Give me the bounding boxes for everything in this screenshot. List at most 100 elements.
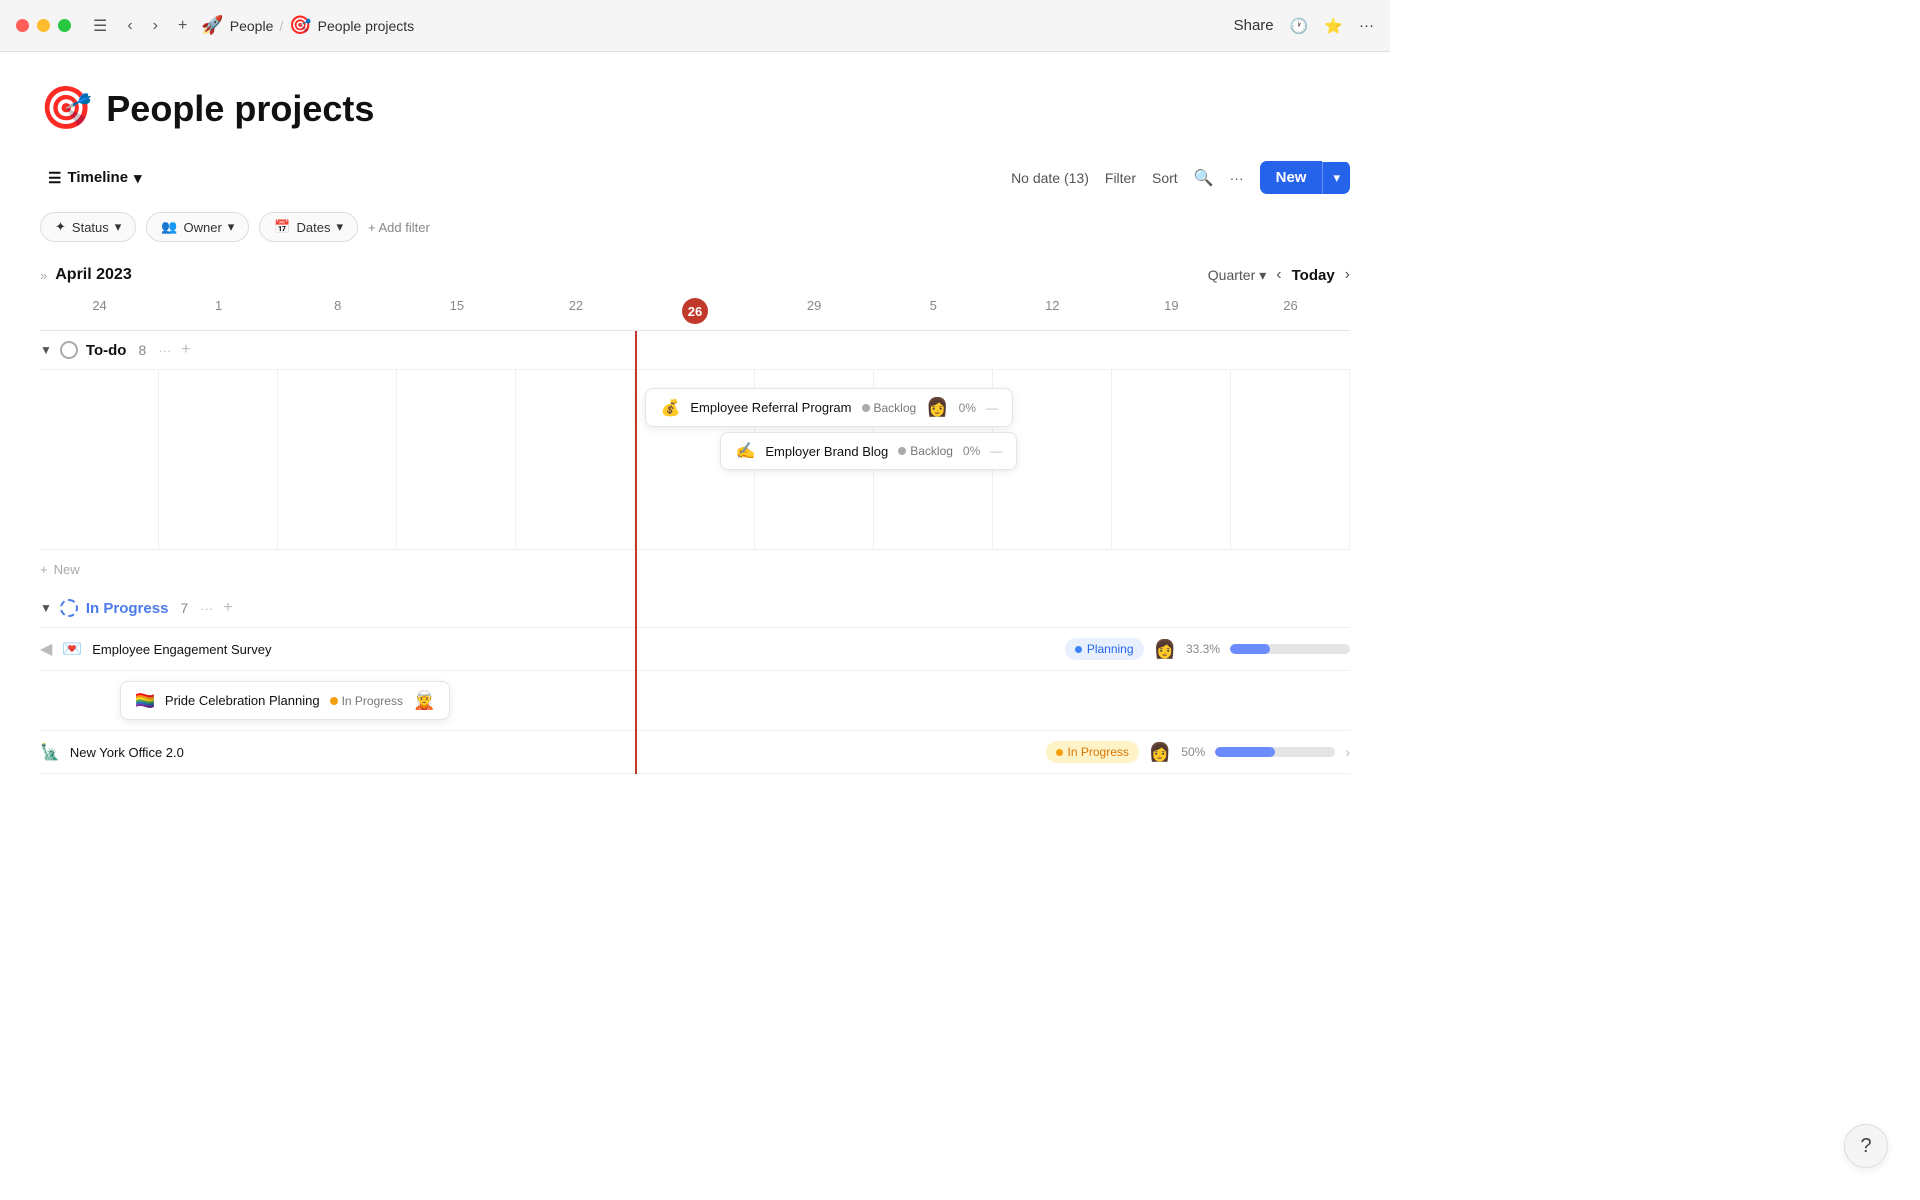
- pride-status: In Progress: [330, 694, 403, 708]
- fullscreen-icon[interactable]: [58, 19, 71, 32]
- page-title: People projects: [106, 88, 374, 130]
- survey-icon: 💌: [62, 639, 82, 659]
- forward-button[interactable]: ›: [147, 13, 164, 39]
- survey-avatar: 👩: [1154, 639, 1176, 660]
- status-filter[interactable]: ✦ Status ▾: [40, 212, 136, 242]
- todo-count: 8: [138, 342, 146, 358]
- new-todo-row-button[interactable]: + New: [40, 550, 80, 589]
- today-line: [635, 331, 637, 774]
- timeline-nav: Quarter ▾ ‹ Today ›: [1208, 266, 1350, 284]
- breadcrumb: 🚀 People / 🎯 People projects: [201, 15, 414, 36]
- no-date-button[interactable]: No date (13): [1011, 170, 1089, 186]
- minimize-icon[interactable]: [37, 19, 50, 32]
- quarter-selector[interactable]: Quarter ▾: [1208, 267, 1267, 284]
- referral-icon: 💰: [660, 398, 680, 418]
- breadcrumb-page[interactable]: People projects: [318, 18, 415, 34]
- task-card-pride[interactable]: 🏳️‍🌈 Pride Celebration Planning In Progr…: [120, 681, 450, 720]
- timeline-month: April 2023: [55, 266, 131, 284]
- add-tab-button[interactable]: +: [172, 13, 193, 39]
- sidebar-toggle-button[interactable]: ☰: [87, 12, 113, 40]
- new-button-group: New ▾: [1260, 161, 1350, 194]
- toolbar-right: No date (13) Filter Sort 🔍 ··· New ▾: [1011, 161, 1350, 194]
- blog-icon: ✍️: [735, 441, 755, 461]
- inprogress-more-button[interactable]: ···: [200, 601, 213, 616]
- inprogress-add-button[interactable]: +: [223, 599, 232, 617]
- date-29: 29: [755, 292, 874, 330]
- blog-drag[interactable]: —: [990, 444, 1002, 458]
- quarter-chevron: ▾: [1259, 267, 1266, 284]
- more-options-button[interactable]: ···: [1359, 17, 1374, 34]
- sort-button[interactable]: Sort: [1152, 170, 1178, 186]
- view-label: Timeline: [67, 169, 128, 186]
- titlebar-nav: ☰ ‹ › +: [87, 12, 193, 40]
- history-button[interactable]: 🕐: [1290, 17, 1309, 35]
- pride-avatar: 🧝: [413, 690, 435, 711]
- date-24: 24: [40, 292, 159, 330]
- dates-icon: 📅: [274, 219, 290, 235]
- page-title-row: 🎯 People projects: [40, 84, 1350, 133]
- nyoffice-bar: [1215, 747, 1335, 757]
- blog-status-dot: [898, 447, 906, 455]
- dates-filter[interactable]: 📅 Dates ▾: [259, 212, 358, 242]
- today-button[interactable]: Today: [1292, 267, 1335, 284]
- nyoffice-status-dot: [1056, 749, 1063, 756]
- blog-name: Employer Brand Blog: [765, 444, 888, 459]
- filter-bar: ✦ Status ▾ 👥 Owner ▾ 📅 Dates ▾ + Add fil…: [40, 212, 1350, 242]
- breadcrumb-separator: /: [279, 18, 283, 34]
- todo-add-button[interactable]: +: [181, 341, 190, 359]
- more-toolbar-button[interactable]: ···: [1230, 170, 1244, 186]
- status-chevron: ▾: [115, 219, 122, 235]
- referral-drag[interactable]: —: [986, 401, 998, 415]
- star-button[interactable]: ⭐: [1324, 17, 1343, 35]
- add-filter-button[interactable]: + Add filter: [368, 220, 430, 235]
- titlebar-actions: Share 🕐 ⭐ ···: [1234, 17, 1374, 35]
- new-button[interactable]: New: [1260, 161, 1323, 194]
- back-button[interactable]: ‹: [121, 13, 138, 39]
- toolbar-left: ☰ Timeline ▾: [40, 163, 150, 193]
- nyoffice-status: In Progress: [1046, 741, 1139, 763]
- referral-status: Backlog: [862, 401, 917, 415]
- date-5: 5: [874, 292, 993, 330]
- survey-status-dot: [1075, 646, 1082, 653]
- todo-more-button[interactable]: ···: [158, 343, 171, 358]
- task-card-blog[interactable]: ✍️ Employer Brand Blog Backlog 0% —: [720, 432, 1017, 470]
- inprogress-collapse-arrow[interactable]: ▼: [40, 601, 52, 615]
- todo-collapse-arrow[interactable]: ▼: [40, 343, 52, 357]
- back-icon[interactable]: ◀: [40, 639, 52, 659]
- inprogress-icon: [60, 599, 78, 617]
- timeline-next[interactable]: ›: [1345, 266, 1350, 284]
- blog-status: Backlog: [898, 444, 953, 458]
- nyoffice-icon: 🗽: [40, 742, 60, 762]
- status-icon: ✦: [55, 219, 66, 235]
- dates-label: Dates: [297, 220, 331, 235]
- owner-filter[interactable]: 👥 Owner ▾: [146, 212, 249, 242]
- date-12: 12: [993, 292, 1112, 330]
- referral-pct: 0%: [959, 401, 976, 415]
- breadcrumb-people[interactable]: People: [230, 18, 274, 34]
- referral-name: Employee Referral Program: [690, 400, 851, 415]
- todo-label: To-do: [86, 342, 127, 359]
- pride-status-dot: [330, 697, 338, 705]
- task-card-referral[interactable]: 💰 Employee Referral Program Backlog 👩 0%…: [645, 388, 1013, 427]
- search-button[interactable]: 🔍: [1194, 168, 1214, 188]
- dates-chevron: ▾: [336, 219, 343, 235]
- date-22: 22: [516, 292, 635, 330]
- expand-arrows[interactable]: »: [40, 268, 47, 283]
- date-8: 8: [278, 292, 397, 330]
- date-19: 19: [1112, 292, 1231, 330]
- nyoffice-name: New York Office 2.0: [70, 745, 1036, 760]
- quarter-label: Quarter: [1208, 267, 1255, 283]
- people-icon: 🚀: [201, 15, 223, 36]
- main-content: 🎯 People projects ☰ Timeline ▾ No date (…: [0, 52, 1390, 774]
- nyoffice-expand[interactable]: ›: [1345, 744, 1350, 760]
- new-dropdown-button[interactable]: ▾: [1322, 162, 1350, 194]
- close-icon[interactable]: [16, 19, 29, 32]
- date-26b: 26: [1231, 292, 1350, 330]
- help-button[interactable]: ?: [1844, 1124, 1888, 1168]
- survey-status: Planning: [1065, 638, 1144, 660]
- timeline-view-button[interactable]: ☰ Timeline ▾: [40, 163, 150, 193]
- timeline-prev[interactable]: ‹: [1276, 266, 1281, 284]
- share-button[interactable]: Share: [1234, 17, 1274, 34]
- survey-bar-fill: [1230, 644, 1270, 654]
- filter-button[interactable]: Filter: [1105, 170, 1136, 186]
